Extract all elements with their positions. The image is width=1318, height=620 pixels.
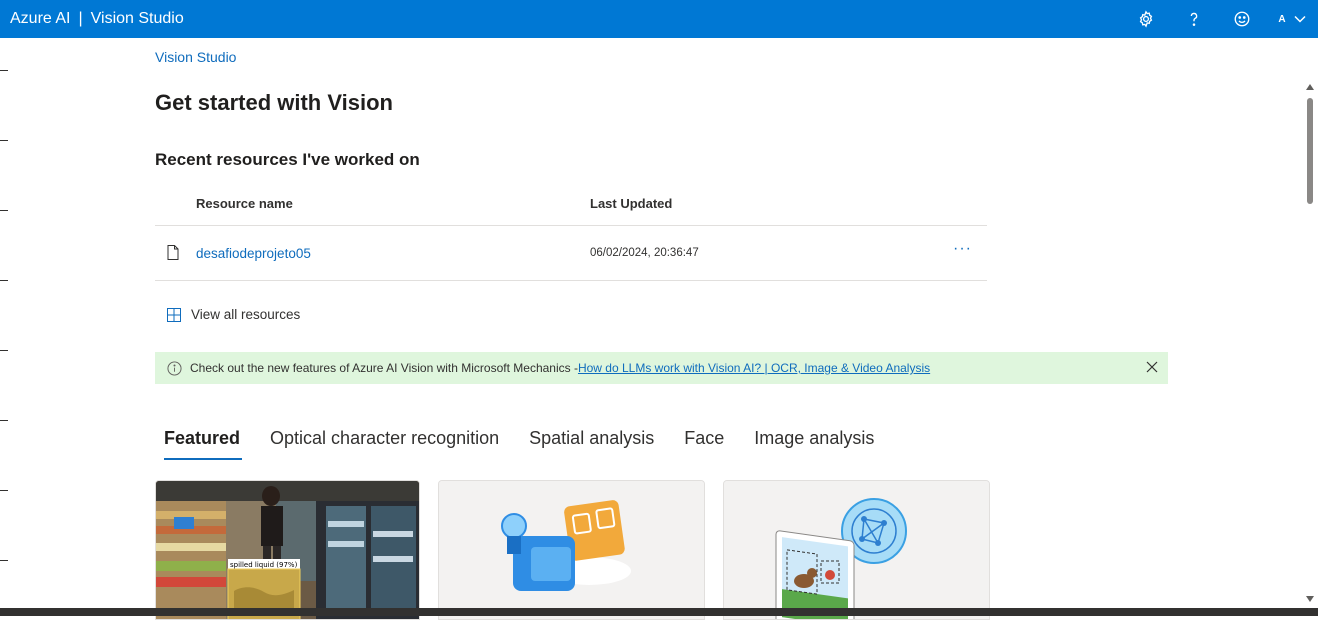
banner-link[interactable]: How do LLMs work with Vision AI? | OCR, …	[578, 361, 930, 375]
left-edge-tick	[0, 280, 8, 281]
product-name: Vision Studio	[90, 10, 184, 27]
close-banner-button[interactable]	[1146, 361, 1158, 376]
grid-icon	[167, 307, 181, 322]
view-all-resources-button[interactable]: View all resources	[167, 307, 300, 322]
table-header: Resource name Last Updated	[155, 186, 987, 226]
scroll-up-arrow-icon[interactable]	[1306, 84, 1314, 90]
feature-cards: spilled liquid (97%)	[155, 480, 990, 620]
info-icon	[167, 360, 182, 376]
feature-card-image-analysis[interactable]	[723, 480, 990, 620]
gear-icon	[1139, 10, 1153, 28]
tab-image-analysis[interactable]: Image analysis	[754, 428, 874, 460]
tab-spatial-analysis[interactable]: Spatial analysis	[529, 428, 654, 460]
help-icon	[1190, 12, 1198, 26]
avatar: A	[1278, 13, 1286, 25]
feature-card-spatial-photo[interactable]: spilled liquid (97%)	[155, 480, 420, 620]
left-edge-tick	[0, 140, 8, 141]
top-bar: Azure AI | Vision Studio A	[0, 0, 1318, 38]
banner-text: Check out the new features of Azure AI V…	[190, 361, 578, 375]
left-edge-tick	[0, 70, 8, 71]
breadcrumb[interactable]: Vision Studio	[155, 49, 236, 65]
table-row[interactable]: desafiodeprojeto05 06/02/2024, 20:36:47 …	[155, 226, 987, 281]
chevron-down-icon	[1294, 15, 1306, 23]
tab-featured[interactable]: Featured	[164, 428, 243, 460]
help-button[interactable]	[1170, 0, 1218, 38]
last-updated-value: 06/02/2024, 20:36:47	[590, 247, 699, 259]
image-analysis-illustration	[724, 481, 989, 619]
column-header-resource-name[interactable]: Resource name	[196, 196, 293, 211]
scroll-down-arrow-icon[interactable]	[1306, 596, 1314, 602]
brand-name: Azure AI	[10, 10, 71, 27]
feedback-button[interactable]	[1218, 0, 1266, 38]
store-aisle-image: spilled liquid (97%)	[156, 481, 419, 619]
feature-card-ocr[interactable]	[438, 480, 705, 620]
settings-button[interactable]	[1122, 0, 1170, 38]
feature-tabs: Featured Optical character recognition S…	[164, 428, 904, 460]
left-edge-tick	[0, 350, 8, 351]
recent-resources-table: Resource name Last Updated desafiodeproj…	[155, 186, 987, 281]
info-banner: Check out the new features of Azure AI V…	[155, 352, 1168, 384]
vertical-scrollbar[interactable]	[1302, 82, 1318, 604]
scrollbar-thumb[interactable]	[1307, 98, 1313, 204]
smiley-feedback-icon	[1234, 11, 1250, 27]
brand[interactable]: Azure AI | Vision Studio	[0, 10, 184, 28]
recent-resources-title: Recent resources I've worked on	[155, 150, 420, 169]
account-menu-button[interactable]: A	[1266, 0, 1318, 38]
close-icon	[1146, 361, 1158, 373]
bottom-strip	[0, 608, 1318, 616]
left-edge-tick	[0, 420, 8, 421]
view-all-label: View all resources	[191, 307, 301, 322]
left-edge-tick	[0, 210, 8, 211]
page-title: Get started with Vision	[155, 90, 393, 115]
more-options-button[interactable]: ···	[953, 240, 972, 258]
column-header-last-updated[interactable]: Last Updated	[590, 196, 672, 211]
resource-link[interactable]: desafiodeprojeto05	[196, 246, 311, 261]
document-icon	[167, 245, 179, 265]
detection-label: spilled liquid (97%)	[230, 561, 298, 569]
tab-face[interactable]: Face	[684, 428, 724, 460]
brand-separator: |	[78, 10, 83, 27]
left-edge-tick	[0, 490, 8, 491]
left-edge-tick	[0, 560, 8, 561]
tab-optical-character-recognition[interactable]: Optical character recognition	[270, 428, 499, 460]
ocr-illustration	[439, 481, 704, 619]
